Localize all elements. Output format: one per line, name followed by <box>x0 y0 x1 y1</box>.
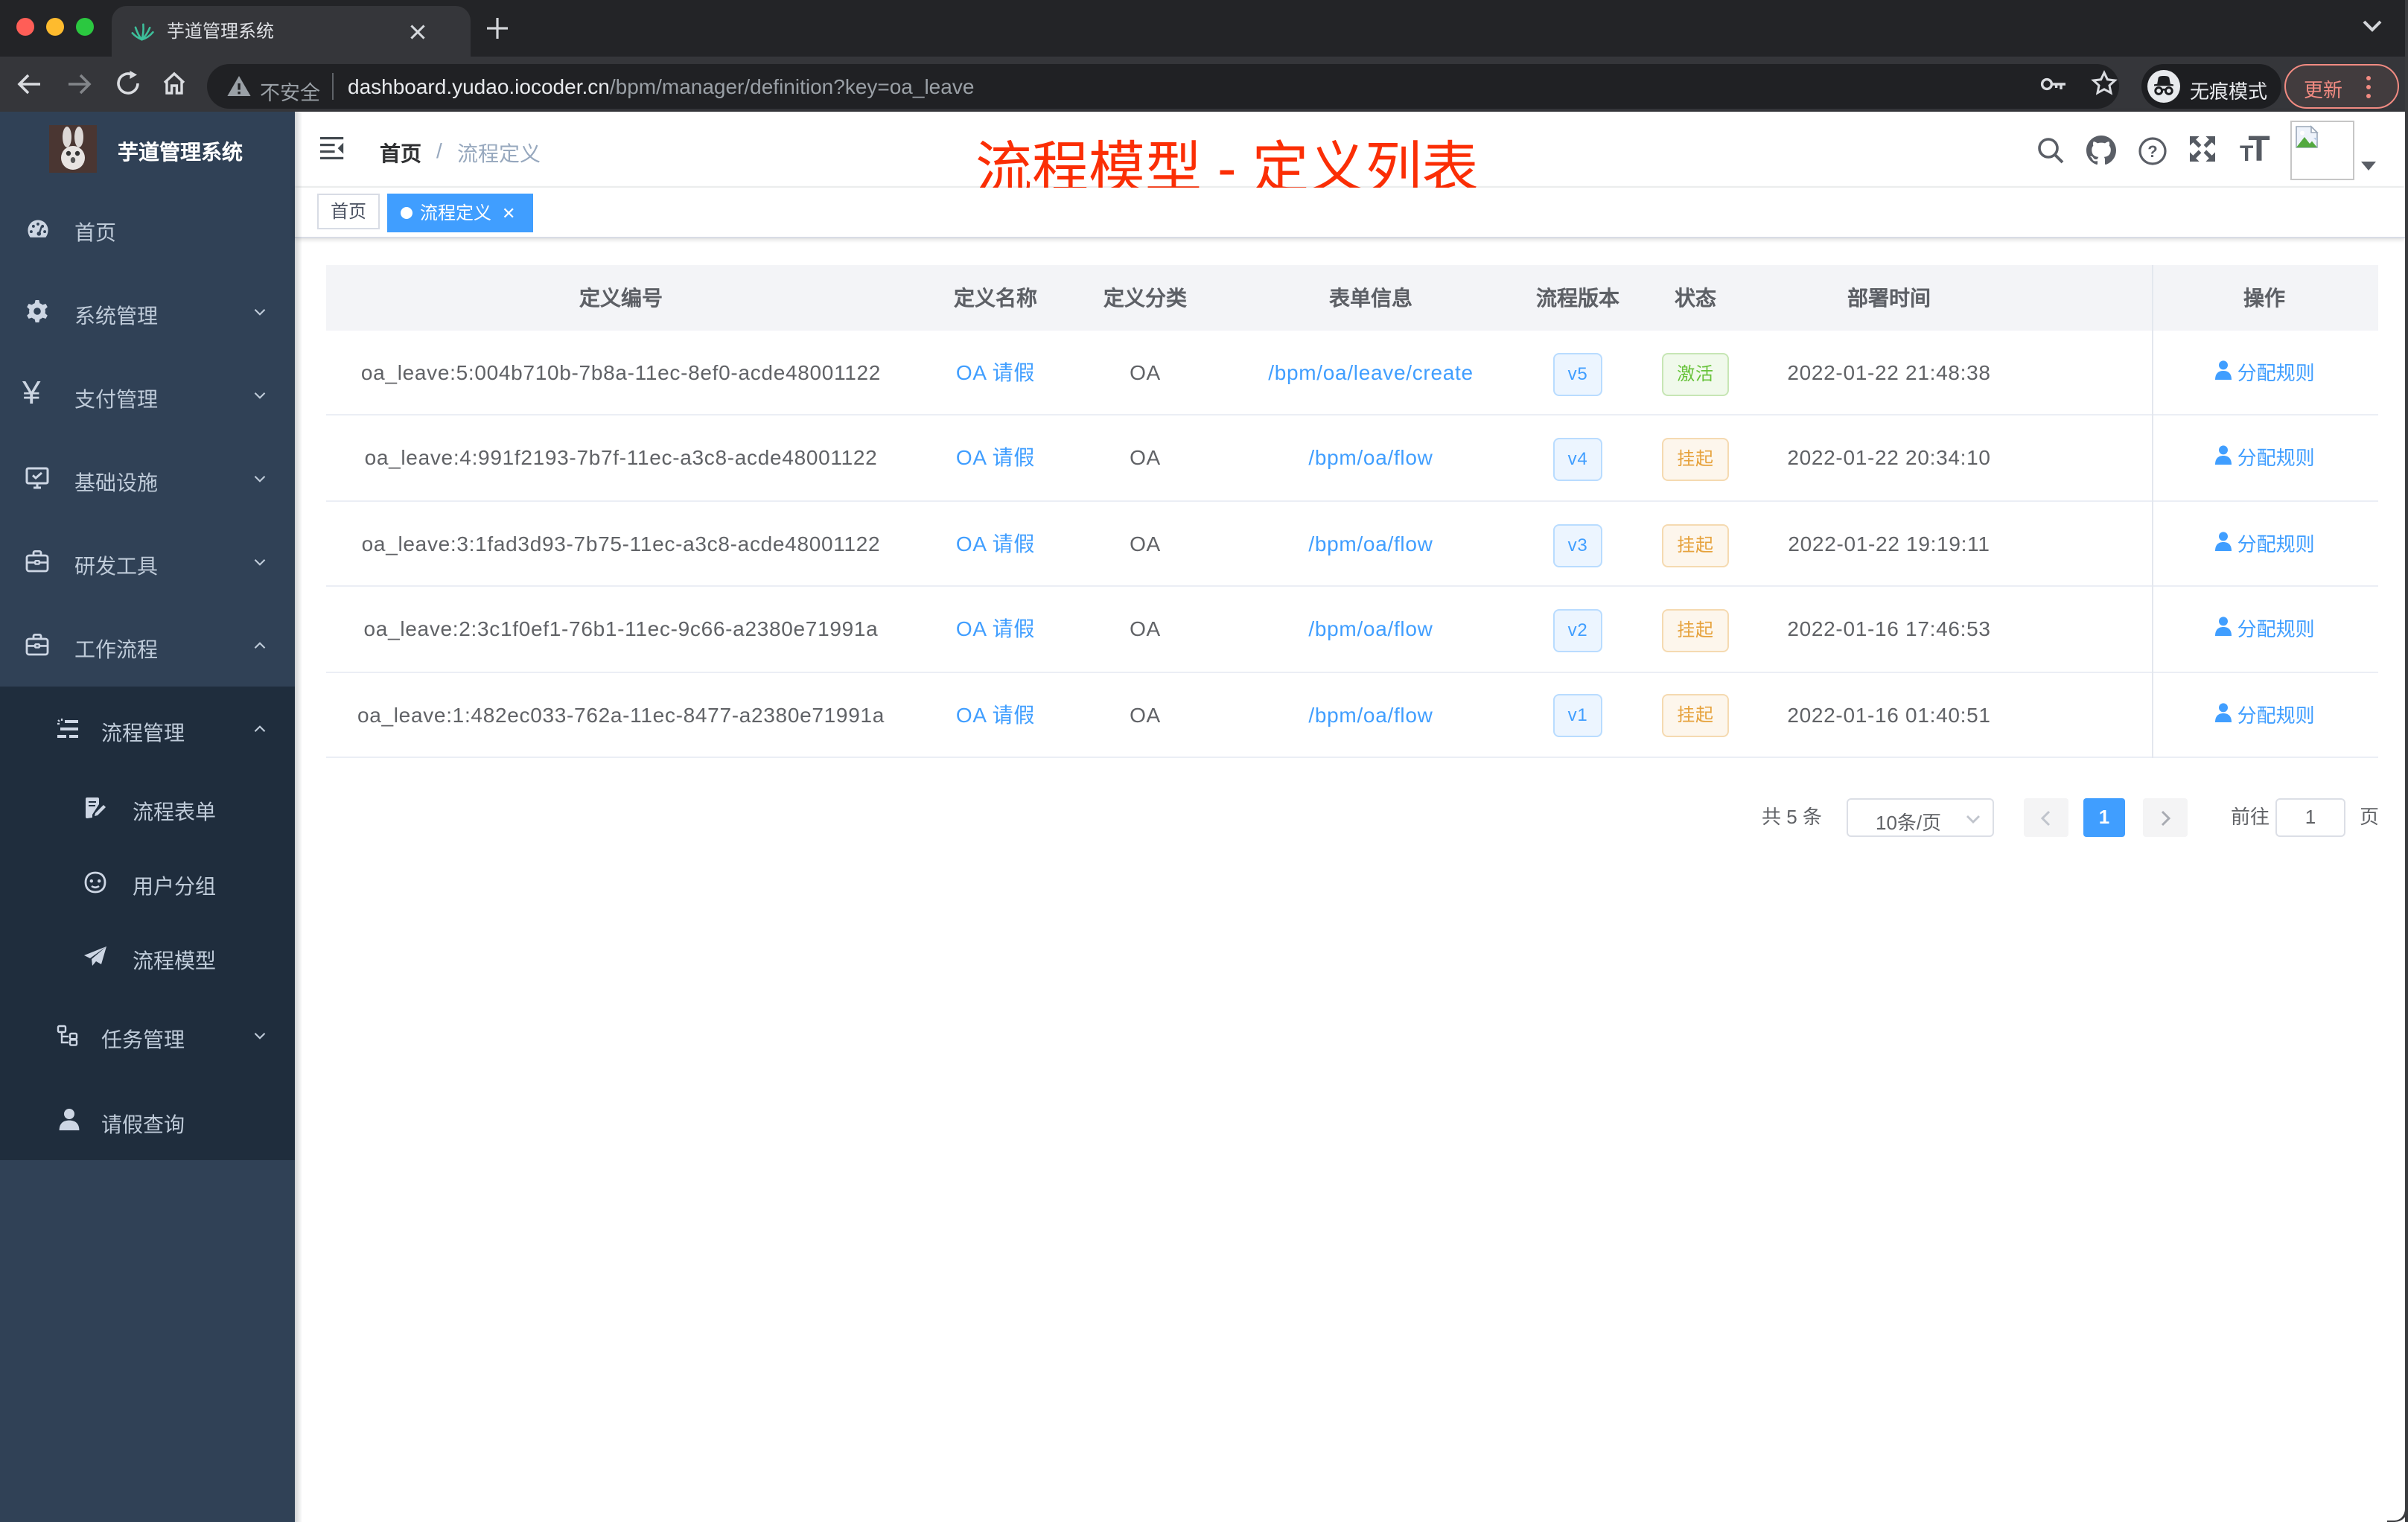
svg-text:?: ? <box>2147 141 2156 160</box>
